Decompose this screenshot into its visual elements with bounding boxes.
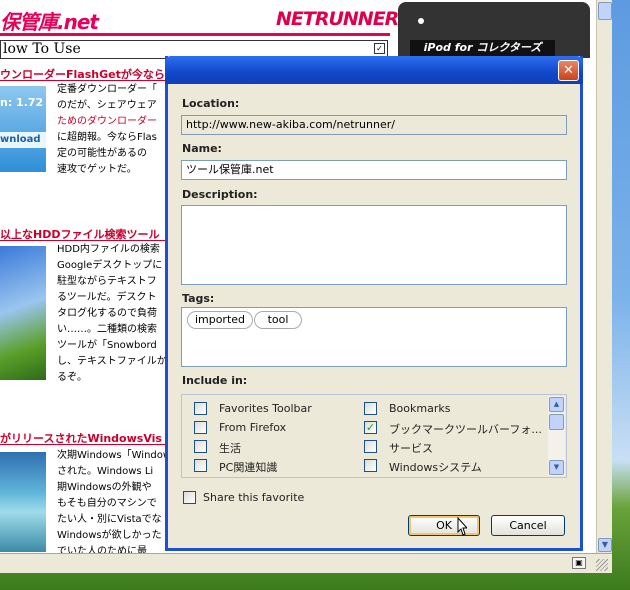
thumb-download-label: wnload: [0, 132, 46, 148]
text-line: でいた人のために最: [57, 546, 147, 553]
folder-label: サービス: [389, 442, 433, 455]
folder-label: PC関連知識: [219, 461, 278, 474]
description-label: Description:: [182, 188, 258, 201]
scroll-up-icon[interactable]: ▲: [549, 397, 564, 412]
text-line: い……。二種類の検索: [57, 324, 157, 335]
tag-chip[interactable]: imported: [187, 311, 253, 329]
text-line: 次期Windows「Window: [57, 450, 167, 461]
text-line: された。Windows Li: [57, 466, 154, 477]
folder-label: Bookmarks: [389, 402, 451, 415]
header-rule: [0, 33, 390, 36]
share-label: Share this favorite: [203, 491, 305, 504]
checkbox[interactable]: [364, 459, 377, 472]
scroll-down-icon[interactable]: ▼: [549, 460, 564, 475]
text-line: 駐型ながらテキストフ: [57, 276, 157, 287]
text-line: 定の可能性があるの: [57, 148, 147, 159]
list-scrollbar[interactable]: ▲ ▼: [548, 396, 565, 476]
article-text: 次期Windows「Window された。Windows Li 期Windows…: [57, 448, 167, 553]
location-field[interactable]: http://www.new-akiba.com/netrunner/: [181, 115, 567, 135]
tag-chip[interactable]: tool: [254, 311, 302, 329]
tags-input[interactable]: imported tool: [181, 307, 567, 367]
text-line: るツールだ。デスクト: [57, 292, 157, 303]
site-logo[interactable]: 保管庫.net: [0, 6, 99, 35]
expand-icon[interactable]: ✓: [374, 43, 385, 54]
bullet-icon: [418, 18, 424, 24]
checkbox[interactable]: [194, 459, 207, 472]
article-text: HDD内ファイルの検索 Googleデスクトップに 駐型ながらテキストフ るツー…: [57, 242, 167, 386]
include-label: Include in:: [182, 374, 248, 387]
ok-button[interactable]: OK: [408, 515, 480, 536]
location-label: Location:: [182, 97, 240, 110]
folder-label: From Firefox: [219, 421, 287, 434]
checkbox[interactable]: [194, 440, 207, 453]
cancel-button[interactable]: Cancel: [491, 515, 565, 536]
share-checkbox[interactable]: [183, 491, 196, 504]
security-zone-icon[interactable]: ▣: [572, 557, 586, 569]
text-line: ツールが「Snowbord: [57, 340, 157, 351]
text-line: Googleデスクトップに: [57, 260, 163, 271]
folder-label: ブックマークツールバーフォ...: [389, 423, 542, 436]
folder-label: Windowsシステム: [389, 461, 482, 474]
article-thumbnail[interactable]: n: 1.72 wnload: [0, 86, 46, 172]
folder-label: 生活: [219, 442, 241, 455]
add-favorite-dialog: ✕ Location: http://www.new-akiba.com/net…: [165, 56, 583, 551]
divider: [0, 80, 166, 81]
page-scrollbar[interactable]: ▼: [596, 0, 612, 553]
name-input[interactable]: ツール保管庫.net: [181, 160, 567, 180]
text-line: のだが、シェアウェア: [57, 100, 157, 111]
scrollbar-thumb[interactable]: [549, 414, 564, 430]
text-link[interactable]: ためのダウンローダー: [57, 114, 167, 130]
include-folder-list[interactable]: Favorites Toolbar Bookmarks From Firefox…: [181, 394, 567, 478]
status-bar: ▣: [0, 553, 612, 573]
mouse-cursor-icon: [457, 517, 467, 536]
text-line: 期Windowsの外観や: [57, 482, 152, 493]
scroll-down-icon[interactable]: ▼: [598, 538, 612, 552]
text-line: たい人・別にVistaでな: [57, 514, 162, 525]
share-option[interactable]: Share this favorite: [183, 490, 383, 506]
sidebar-header: iPod for コレクターズ: [398, 2, 590, 58]
checkbox[interactable]: [364, 440, 377, 453]
sidebar-banner[interactable]: iPod for コレクターズ: [410, 40, 555, 56]
checkbox[interactable]: [194, 402, 207, 415]
dialog-titlebar[interactable]: ✕: [165, 56, 583, 84]
article-thumbnail[interactable]: [0, 246, 46, 380]
text-line: 定番ダウンローダー「: [57, 84, 157, 95]
checkbox[interactable]: [364, 402, 377, 415]
thumb-version: n: 1.72: [0, 96, 44, 109]
site-brand[interactable]: NETRUNNER: [276, 8, 399, 30]
text-line: 速攻でゲットだ。: [57, 164, 137, 175]
screen: 保管庫.net NETRUNNER low To Use ✓ iPod for …: [0, 0, 630, 590]
folder-label: Favorites Toolbar: [219, 402, 312, 415]
article-text: 定番ダウンローダー「 のだが、シェアウェア ためのダウンローダー に超朗報。今な…: [57, 82, 167, 178]
text-line: Windowsが欲しかった: [57, 530, 162, 541]
divider: [0, 240, 166, 241]
text-line: もそも自分のマシンで: [57, 498, 157, 509]
resize-grip-icon[interactable]: [596, 559, 608, 571]
text-line: タログ化するので負荷: [57, 308, 157, 319]
checkbox-checked[interactable]: ✓: [364, 421, 377, 434]
name-label: Name:: [182, 142, 222, 155]
scrollbar-thumb[interactable]: [598, 2, 612, 20]
text-line: に超朗報。今ならFlas: [57, 132, 157, 143]
close-button[interactable]: ✕: [558, 60, 579, 81]
description-textarea[interactable]: [181, 205, 567, 285]
howto-label: low To Use: [3, 41, 81, 57]
article-thumbnail[interactable]: [0, 452, 46, 552]
checkbox[interactable]: [194, 421, 207, 434]
text-line: し、テキストファイルか: [57, 356, 167, 367]
tags-label: Tags:: [182, 292, 215, 305]
text-line: HDD内ファイルの検索: [57, 244, 160, 255]
divider: [0, 444, 166, 445]
text-line: るぞ。: [57, 372, 87, 383]
